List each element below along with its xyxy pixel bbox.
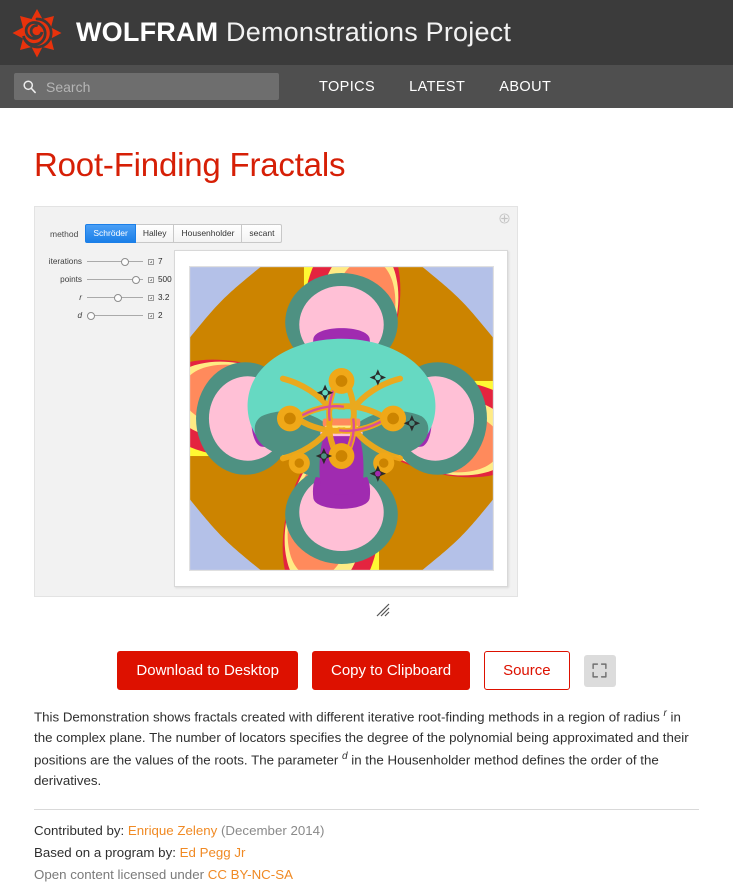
slider-knob-points[interactable] bbox=[132, 275, 140, 284]
search-icon bbox=[23, 80, 36, 94]
brand-demonstrations-project: Demonstrations Project bbox=[218, 17, 512, 47]
description-part-1: This Demonstration shows fractals create… bbox=[34, 709, 664, 725]
slider-value-r: 3.2 bbox=[158, 293, 170, 302]
slider-row-r: r 3.2 bbox=[44, 290, 174, 305]
resize-grip-icon[interactable] bbox=[376, 603, 390, 617]
resize-holder bbox=[34, 597, 518, 623]
brand-wolfram: WOLFRAM bbox=[76, 17, 219, 47]
contributor-link[interactable]: Enrique Zeleny bbox=[128, 823, 217, 838]
applet-body: iterations 7 points 500 r 3.2 d 2 bbox=[44, 250, 508, 587]
slider-expand-icon-d[interactable] bbox=[148, 312, 154, 319]
method-label: method bbox=[50, 228, 79, 239]
based-on-label: Based on a program by: bbox=[34, 845, 180, 861]
slider-track-r[interactable] bbox=[87, 292, 143, 303]
brand-title[interactable]: WOLFRAM Demonstrations Project bbox=[76, 17, 511, 48]
slider-value-d: 2 bbox=[158, 311, 163, 320]
slider-value-points: 500 bbox=[158, 275, 172, 284]
based-on-author-link[interactable]: Ed Pegg Jr bbox=[180, 845, 246, 860]
license-label: Open content licensed under bbox=[34, 867, 208, 882]
method-control-row: method Schröder Halley Housenholder seca… bbox=[50, 224, 508, 243]
slider-track-d[interactable] bbox=[87, 310, 143, 321]
slider-label-points: points bbox=[60, 275, 82, 284]
slider-knob-r[interactable] bbox=[114, 293, 122, 302]
license-line: Open content licensed under CC BY-NC-SA bbox=[34, 867, 699, 882]
page-title: Root-Finding Fractals bbox=[34, 146, 346, 183]
slider-label-iterations: iterations bbox=[48, 257, 82, 266]
slider-track-iterations[interactable] bbox=[87, 256, 143, 267]
nav-links: TOPICS LATEST ABOUT bbox=[319, 79, 551, 95]
contributed-by-line: Contributed by: Enrique Zeleny (December… bbox=[34, 823, 699, 838]
credits-divider bbox=[34, 809, 699, 811]
search-input[interactable] bbox=[44, 77, 271, 96]
slider-expand-icon-points[interactable] bbox=[148, 276, 154, 283]
slider-expand-icon-r[interactable] bbox=[148, 294, 154, 301]
action-button-row: Download to Desktop Copy to Clipboard So… bbox=[34, 651, 699, 690]
method-option-halley[interactable]: Halley bbox=[135, 224, 175, 243]
method-option-secant[interactable]: secant bbox=[242, 224, 283, 243]
method-option-housenholder[interactable]: Housenholder bbox=[174, 224, 243, 243]
slider-label-d: d bbox=[77, 311, 82, 320]
wolfram-spikey-icon[interactable] bbox=[12, 8, 62, 58]
slider-knob-d[interactable] bbox=[87, 311, 95, 320]
site-masthead: WOLFRAM Demonstrations Project bbox=[0, 0, 733, 65]
site-navbar: TOPICS LATEST ABOUT bbox=[0, 65, 733, 108]
slider-track-points[interactable] bbox=[87, 274, 143, 285]
slider-controls: iterations 7 points 500 r 3.2 d 2 bbox=[44, 250, 174, 587]
contributed-by-label: Contributed by: bbox=[34, 823, 128, 839]
slider-row-d: d 2 bbox=[44, 308, 174, 323]
based-on-line: Based on a program by: Ed Pegg Jr bbox=[34, 845, 699, 860]
page-content: Root-Finding Fractals method Schröder Ha… bbox=[0, 146, 733, 882]
graphic-panel bbox=[174, 250, 508, 587]
method-option-schroder[interactable]: Schröder bbox=[85, 224, 136, 243]
fullscreen-expand-icon bbox=[592, 663, 607, 678]
slider-row-points: points 500 bbox=[44, 272, 174, 287]
gear-icon[interactable] bbox=[499, 213, 510, 224]
source-button[interactable]: Source bbox=[484, 651, 570, 690]
slider-row-iterations: iterations 7 bbox=[44, 254, 174, 269]
demonstration-description: This Demonstration shows fractals create… bbox=[34, 706, 699, 791]
copy-to-clipboard-button[interactable]: Copy to Clipboard bbox=[311, 651, 471, 690]
nav-link-topics[interactable]: TOPICS bbox=[319, 79, 375, 95]
method-setter-bar: Schröder Halley Housenholder secant bbox=[85, 224, 283, 243]
fullscreen-button[interactable] bbox=[583, 654, 616, 687]
applet-frame: method Schröder Halley Housenholder seca… bbox=[34, 206, 518, 597]
root-finding-fractal-plot[interactable] bbox=[188, 266, 494, 571]
slider-knob-iterations[interactable] bbox=[121, 257, 129, 266]
contribution-date: (December 2014) bbox=[217, 823, 325, 839]
demonstration-applet: method Schröder Halley Housenholder seca… bbox=[34, 206, 518, 623]
slider-expand-icon-iterations[interactable] bbox=[148, 258, 154, 265]
download-to-desktop-button[interactable]: Download to Desktop bbox=[117, 651, 298, 690]
license-link[interactable]: CC BY-NC-SA bbox=[208, 867, 293, 882]
nav-link-latest[interactable]: LATEST bbox=[409, 79, 465, 95]
search-box[interactable] bbox=[14, 73, 279, 100]
nav-link-about[interactable]: ABOUT bbox=[499, 79, 551, 95]
slider-label-r: r bbox=[79, 293, 82, 302]
slider-value-iterations: 7 bbox=[158, 257, 163, 266]
